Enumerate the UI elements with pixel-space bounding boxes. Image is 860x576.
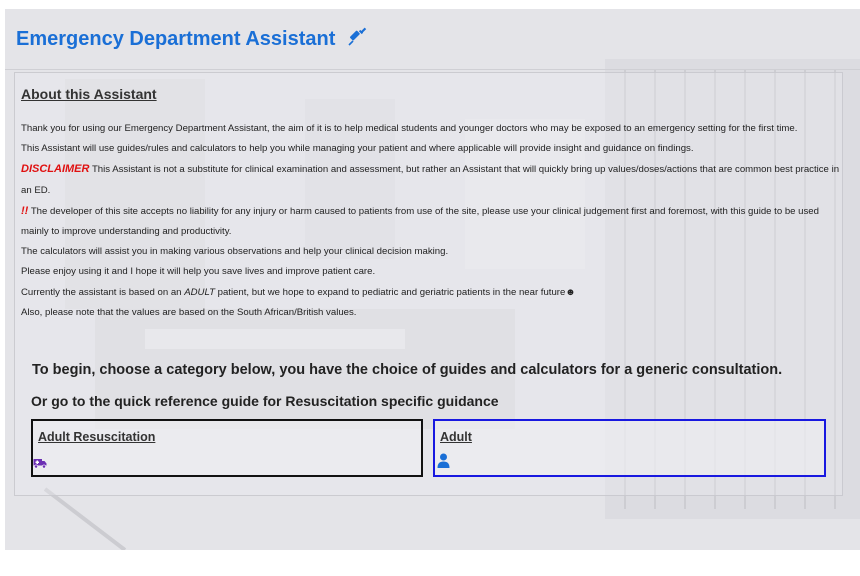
adult-note-text: Currently the assistant is based on an (21, 286, 185, 298)
about-paragraph: This Assistant will use guides/rules and… (21, 143, 694, 155)
adult-note-paragraph: Currently the assistant is based on an A… (21, 283, 841, 303)
about-paragraph: Also, please note that the values are ba… (21, 306, 357, 318)
about-paragraph: The calculators will assist you in makin… (21, 246, 449, 258)
about-heading: About this Assistant (21, 86, 157, 102)
page-title-text: Emergency Department Assistant (16, 28, 336, 50)
adult-resuscitation-link[interactable]: Adult Resuscitation (38, 430, 155, 444)
about-paragraph: Thank you for using our Emergency Depart… (21, 123, 798, 134)
about-text: Thank you for using our Emergency Depart… (21, 119, 841, 323)
adult-emphasis: ADULT (184, 286, 215, 298)
adult-resuscitation-card[interactable]: Adult Resuscitation (31, 419, 423, 477)
disclaimer-paragraph: DISCLAIMER This Assistant is not a subst… (21, 159, 841, 200)
app-header: Emergency Department Assistant (5, 9, 860, 70)
disclaimer-label: DISCLAIMER (21, 163, 90, 176)
smiley-icon: ☻ (565, 286, 576, 298)
page-title: Emergency Department Assistant (16, 27, 367, 53)
disclaimer-text: This Assistant is not a substitute for c… (21, 164, 840, 196)
liability-paragraph: !! The developer of this site accepts no… (21, 201, 841, 242)
ambulance-icon (33, 456, 47, 474)
person-icon (437, 453, 450, 473)
adult-link[interactable]: Adult (440, 430, 472, 444)
syringe-icon (347, 27, 367, 53)
instruction-line-1: To begin, choose a category below, you h… (32, 362, 783, 378)
adult-note-text-end: patient, but we hope to expand to pediat… (214, 286, 566, 298)
instruction-line-2: Or go to the quick reference guide for R… (31, 393, 499, 409)
liability-text: The developer of this site accepts no li… (21, 205, 819, 238)
about-paragraph: Please enjoy using it and I hope it will… (21, 266, 376, 278)
adult-card[interactable]: Adult (433, 419, 826, 477)
